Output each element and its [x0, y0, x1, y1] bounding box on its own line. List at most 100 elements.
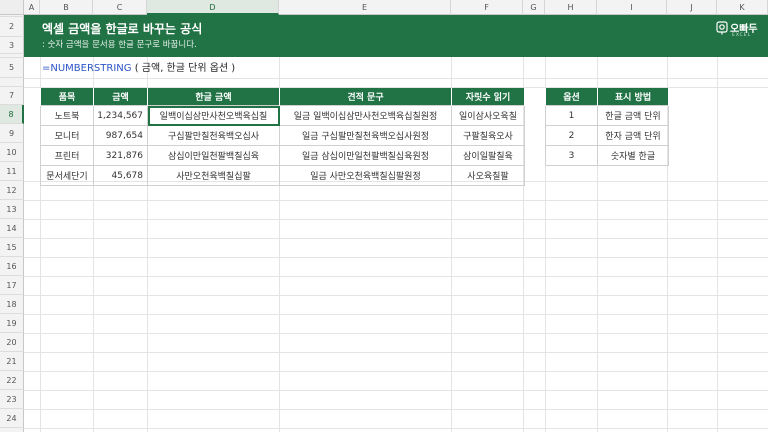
- gridline: [24, 219, 768, 220]
- row-header-8[interactable]: 8: [0, 105, 24, 124]
- cell-item[interactable]: 노트북: [40, 105, 94, 126]
- column-header-i[interactable]: I: [597, 0, 667, 15]
- column-header-b[interactable]: B: [40, 0, 93, 15]
- gridline: [24, 276, 768, 277]
- row-header-24[interactable]: 24: [0, 409, 24, 428]
- gridline: [24, 238, 768, 239]
- row-header-21[interactable]: 21: [0, 352, 24, 371]
- cell-amount[interactable]: 45,678: [93, 165, 148, 186]
- option-table: 옵션 표시 방법 1 한글 금액 단위 2 한자 금액 단위 3 숫자별 한글: [545, 88, 669, 166]
- row-header-25[interactable]: 25: [0, 428, 24, 432]
- table-row: 노트북 1,234,567 일백이십삼만사천오백육십칠 일금 일백이십삼만사천오…: [40, 105, 525, 126]
- cell-digit-reading[interactable]: 삼이일팔칠육: [451, 145, 525, 166]
- row-header-9[interactable]: 9: [0, 124, 24, 143]
- row-header-12[interactable]: 12: [0, 181, 24, 200]
- brand-mark-icon: [716, 21, 728, 35]
- table-row: 2 한자 금액 단위: [545, 125, 669, 146]
- table-row: 3 숫자별 한글: [545, 145, 669, 166]
- row-header-2[interactable]: 2: [0, 17, 24, 37]
- row-header-20[interactable]: 20: [0, 333, 24, 352]
- table-header-row: 옵션 표시 방법: [545, 88, 669, 106]
- select-all-corner[interactable]: [0, 0, 24, 15]
- gridline: [24, 295, 768, 296]
- header-digit-reading[interactable]: 자릿수 읽기: [451, 88, 525, 106]
- table-row: 문서세단기 45,678 사만오천육백칠십팔 일금 사만오천육백칠십팔원정 사오…: [40, 165, 525, 186]
- row-header-15[interactable]: 15: [0, 238, 24, 257]
- row-header-10[interactable]: 10: [0, 143, 24, 162]
- table-row: 프린터 321,876 삼십이만일천팔백칠십육 일금 삼십이만일천팔백칠십육원정…: [40, 145, 525, 166]
- row-header-3[interactable]: 3: [0, 37, 24, 54]
- table-row: 1 한글 금액 단위: [545, 105, 669, 126]
- cell-digit-reading[interactable]: 구팔칠육오사: [451, 125, 525, 146]
- cell-amount[interactable]: 1,234,567: [93, 105, 148, 126]
- cell-digit-reading[interactable]: 일이삼사오육칠: [451, 105, 525, 126]
- header-item[interactable]: 품목: [40, 88, 94, 106]
- cell-display-method[interactable]: 한글 금액 단위: [597, 105, 669, 126]
- column-header-e[interactable]: E: [279, 0, 451, 15]
- gridline: [24, 371, 768, 372]
- gridline: [24, 352, 768, 353]
- row-header-18[interactable]: 18: [0, 295, 24, 314]
- header-option[interactable]: 옵션: [545, 88, 598, 106]
- row-header-13[interactable]: 13: [0, 200, 24, 219]
- gridline: [24, 78, 768, 79]
- cell-quote-phrase[interactable]: 일금 일백이십삼만사천오백육십칠원정: [279, 105, 452, 126]
- cell-quote-phrase[interactable]: 일금 삼십이만일천팔백칠십육원정: [279, 145, 452, 166]
- cell-option[interactable]: 3: [545, 145, 598, 166]
- row-header-5[interactable]: 5: [0, 58, 24, 78]
- row-header-17[interactable]: 17: [0, 276, 24, 295]
- column-header-k[interactable]: K: [717, 0, 768, 15]
- page-title: 엑셀 금액을 한글로 바꾸는 공식: [42, 22, 203, 36]
- gridline: [24, 314, 768, 315]
- cell-option[interactable]: 2: [545, 125, 598, 146]
- gridline: [24, 428, 768, 429]
- function-arguments: ( 금액, 한글 단위 옵션 ): [131, 63, 236, 74]
- cell-item[interactable]: 모니터: [40, 125, 94, 146]
- page-subtitle: : 숫자 금액을 문서용 한글 문구로 바꿉니다.: [42, 40, 197, 50]
- column-header-j[interactable]: J: [667, 0, 717, 15]
- column-header-f[interactable]: F: [451, 0, 523, 15]
- cell-quote-phrase[interactable]: 일금 사만오천육백칠십팔원정: [279, 165, 452, 186]
- cell-digit-reading[interactable]: 사오육칠팔: [451, 165, 525, 186]
- gridline: [24, 409, 768, 410]
- cell-amount[interactable]: 321,876: [93, 145, 148, 166]
- header-korean-amount[interactable]: 한글 금액: [147, 88, 280, 106]
- row-header-22[interactable]: 22: [0, 371, 24, 390]
- column-header-a[interactable]: A: [24, 0, 40, 15]
- cell-korean-amount[interactable]: 사만오천육백칠십팔: [147, 165, 280, 186]
- cell-item[interactable]: 프린터: [40, 145, 94, 166]
- row-header-16[interactable]: 16: [0, 257, 24, 276]
- table-row: 모니터 987,654 구십팔만칠천육백오십사 일금 구십팔만칠천육백오십사원정…: [40, 125, 525, 146]
- gridline: [24, 257, 768, 258]
- row-header-23[interactable]: 23: [0, 390, 24, 409]
- cell-display-method[interactable]: 숫자별 한글: [597, 145, 669, 166]
- row-header-6[interactable]: [0, 78, 24, 87]
- cell-korean-amount[interactable]: 삼십이만일천팔백칠십육: [147, 145, 280, 166]
- cell-quote-phrase[interactable]: 일금 구십팔만칠천육백오십사원정: [279, 125, 452, 146]
- header-display-method[interactable]: 표시 방법: [597, 88, 669, 106]
- cell-display-method[interactable]: 한자 금액 단위: [597, 125, 669, 146]
- column-header-h[interactable]: H: [545, 0, 597, 15]
- cell-amount[interactable]: 987,654: [93, 125, 148, 146]
- column-header-d[interactable]: D: [147, 0, 279, 15]
- spreadsheet-window: A B C D E F G H I J K 2 3 5 7 8 9 10 11 …: [0, 0, 768, 432]
- formula-text: =NUMBERSTRING ( 금액, 한글 단위 옵션 ): [42, 59, 235, 74]
- header-quote-phrase[interactable]: 견적 문구: [279, 88, 452, 106]
- cell-item[interactable]: 문서세단기: [40, 165, 94, 186]
- cell-option[interactable]: 1: [545, 105, 598, 126]
- brand-tagline: EXCEL: [732, 33, 752, 38]
- gridline: [24, 333, 768, 334]
- gridline: [24, 200, 768, 201]
- amount-table: 품목 금액 한글 금액 견적 문구 자릿수 읽기 노트북 1,234,567 일…: [40, 88, 525, 186]
- row-header-11[interactable]: 11: [0, 162, 24, 181]
- cell-korean-amount[interactable]: 일백이십삼만사천오백육십칠: [147, 105, 280, 126]
- cell-korean-amount[interactable]: 구십팔만칠천육백오십사: [147, 125, 280, 146]
- column-header-c[interactable]: C: [93, 0, 147, 15]
- header-amount[interactable]: 금액: [93, 88, 148, 106]
- column-header-g[interactable]: G: [523, 0, 545, 15]
- row-header-14[interactable]: 14: [0, 219, 24, 238]
- row-header-19[interactable]: 19: [0, 314, 24, 333]
- gridline: [24, 390, 768, 391]
- function-name: =NUMBERSTRING: [42, 63, 132, 74]
- row-header-7[interactable]: 7: [0, 87, 24, 105]
